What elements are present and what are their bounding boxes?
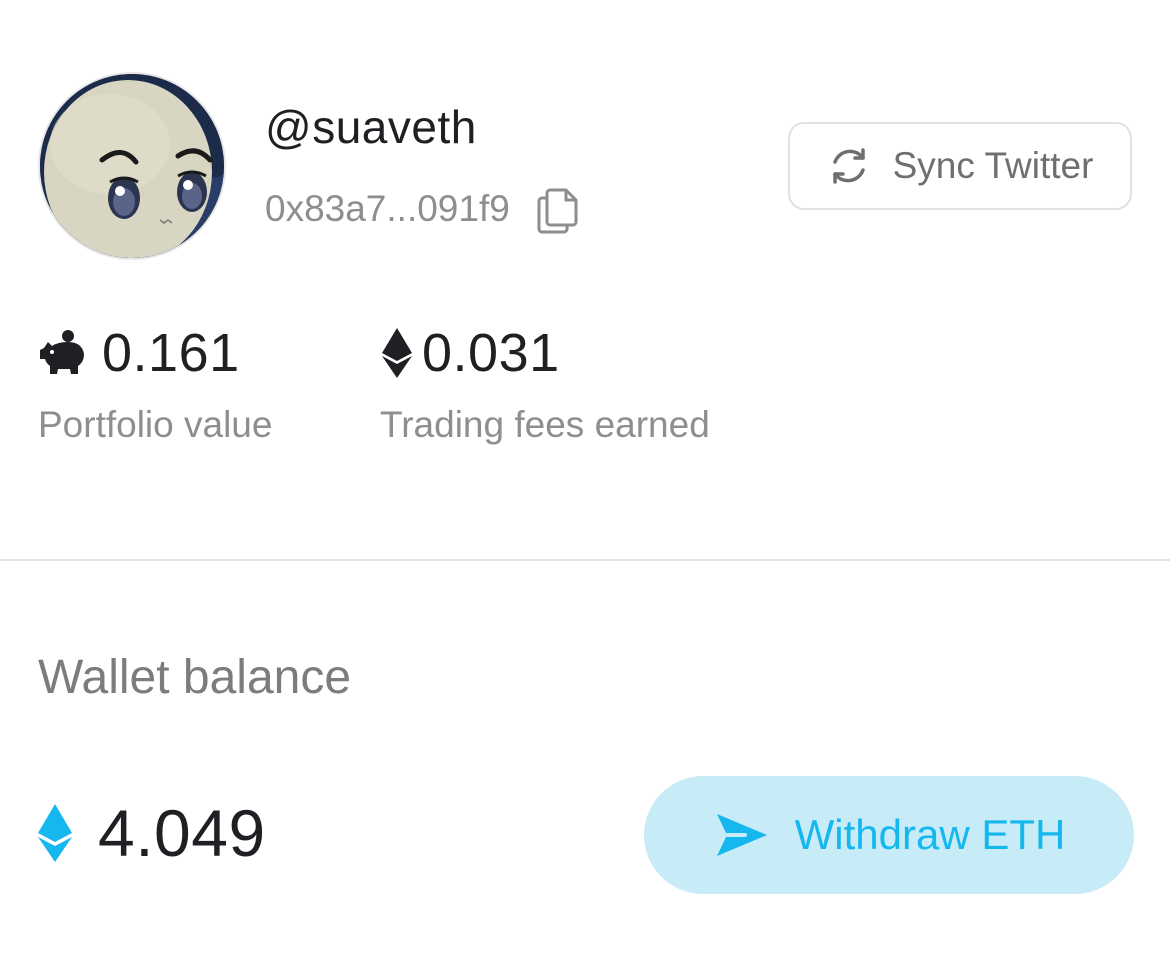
trading-fees-stat: 0.031 Trading fees earned [380, 322, 710, 446]
username: @suaveth [265, 101, 477, 153]
portfolio-value: 0.161 [102, 323, 240, 383]
portfolio-caption: Portfolio value [38, 404, 273, 445]
trading-fees-caption: Trading fees earned [380, 404, 710, 445]
wallet-balance-row: 4.049 [36, 795, 266, 871]
sync-twitter-label: Sync Twitter [892, 145, 1094, 186]
withdraw-eth-label: Withdraw ETH [794, 811, 1066, 858]
sync-icon [832, 148, 865, 184]
trading-fees-value: 0.031 [422, 323, 560, 383]
wallet-balance-value: 4.049 [98, 796, 266, 870]
sync-twitter-button[interactable]: Sync Twitter [788, 122, 1132, 210]
section-divider [0, 559, 1170, 561]
withdraw-eth-button[interactable]: Withdraw ETH [644, 776, 1134, 894]
ethereum-icon [382, 328, 412, 378]
wallet-address: 0x83a7...091f9 [265, 188, 510, 229]
portfolio-stat: 0.161 Portfolio value [38, 322, 272, 446]
wallet-balance-label: Wallet balance [38, 651, 352, 704]
copy-icon[interactable] [536, 184, 580, 234]
piggy-bank-icon [40, 330, 84, 374]
avatar [38, 72, 226, 260]
ethereum-icon [38, 804, 72, 862]
send-icon [716, 814, 767, 856]
wallet-address-row: 0x83a7...091f9 [265, 184, 580, 234]
